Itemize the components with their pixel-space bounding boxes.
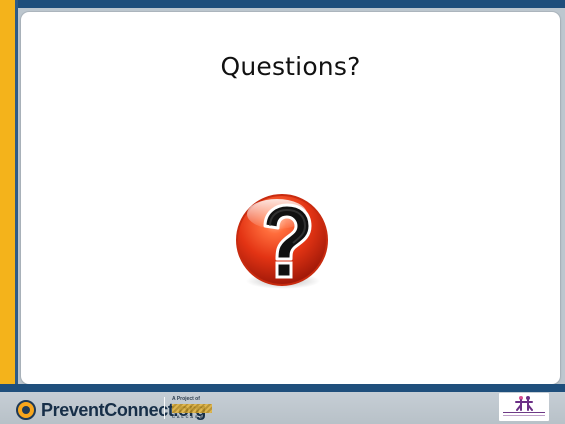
footer-logo-divider	[164, 397, 165, 419]
top-band	[0, 0, 565, 8]
question-mark-icon-graphic	[236, 194, 328, 289]
presentation-slide: Questions? PreventConnect.org A Project …	[0, 0, 565, 424]
calcasa-mark-icon	[172, 404, 212, 413]
footer-divider	[0, 384, 565, 392]
calcasa-label: CALCASA	[172, 414, 205, 419]
transforming-communities-figure-icon	[515, 396, 533, 411]
project-of-label: A Project of	[172, 396, 200, 402]
transforming-communities-text-lines	[503, 412, 545, 418]
slide-title: Questions?	[220, 52, 361, 81]
question-mark-icon	[230, 190, 334, 294]
slide-content-panel: Questions?	[21, 12, 560, 384]
calcasa-logo: A Project of CALCASA	[172, 396, 218, 420]
prevent-connect-mark-icon	[16, 400, 36, 420]
left-accent-stripe	[0, 0, 15, 392]
transforming-communities-logo	[499, 393, 549, 421]
